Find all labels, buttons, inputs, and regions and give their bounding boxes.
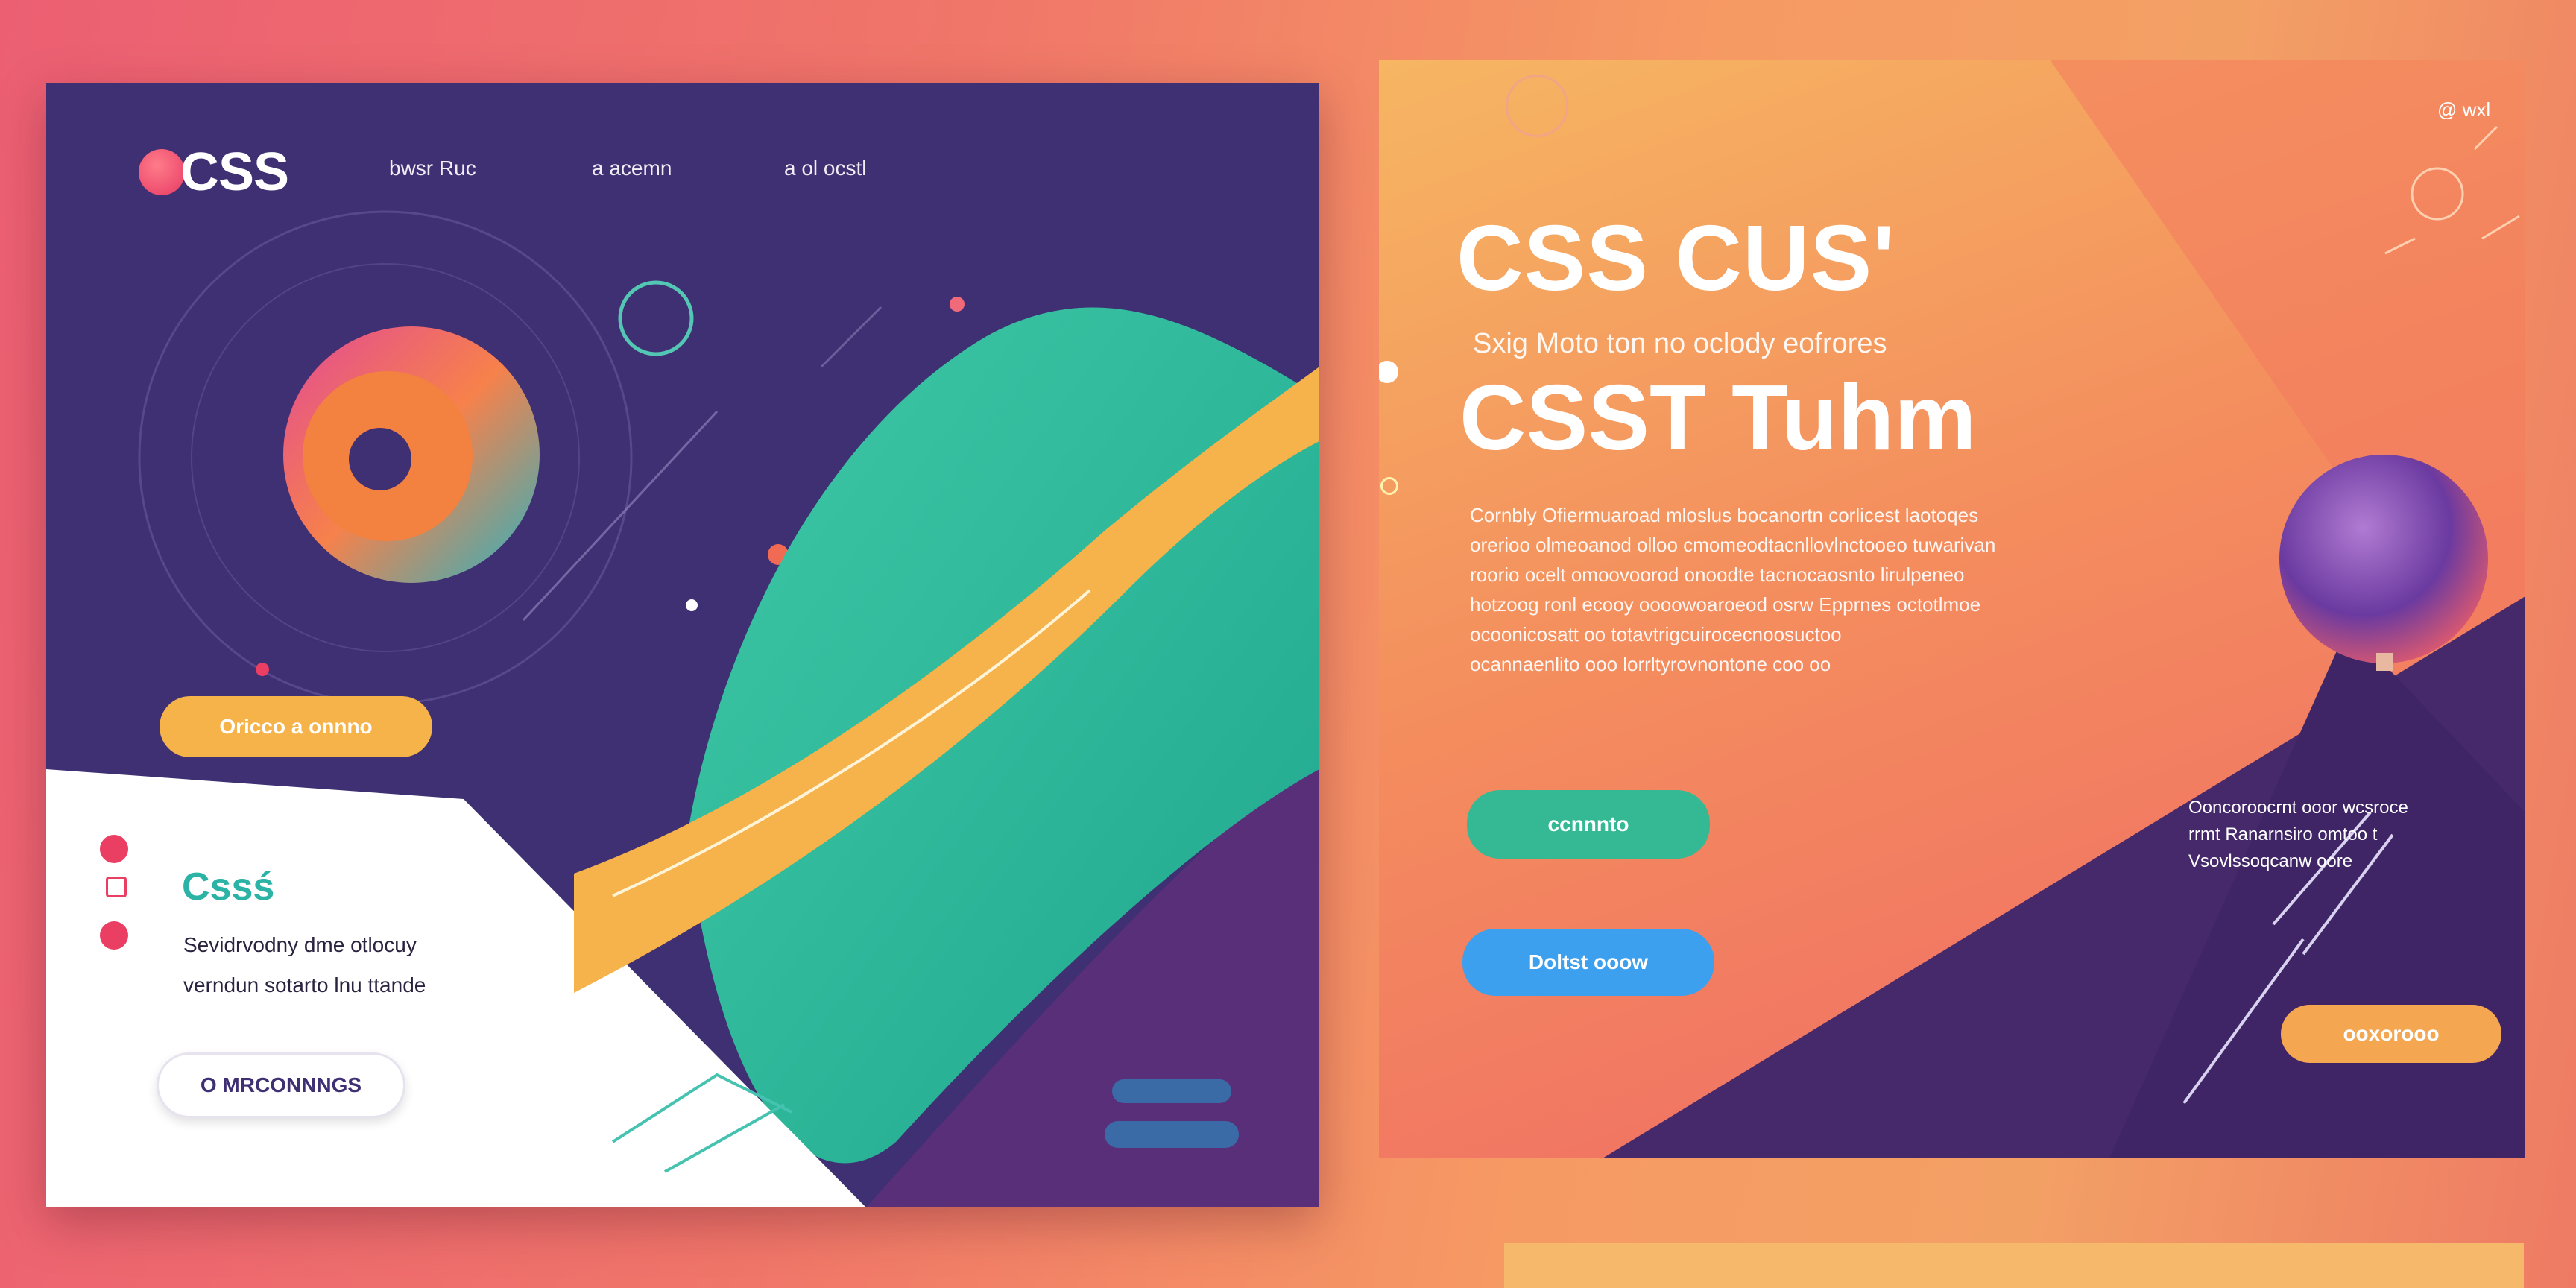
tertiary-button[interactable]: ooxorooo	[2281, 1005, 2501, 1063]
nav-link-1[interactable]: bwsr Ruc	[389, 157, 476, 180]
bullet-dot	[100, 835, 128, 863]
hero-cta-button[interactable]: Oricco a onnno	[160, 696, 432, 757]
secondary-button[interactable]: O MRCONNNGS	[157, 1052, 405, 1118]
bottom-card-edge	[1504, 1243, 2524, 1288]
body-text-line: ocannaenlito ooo lorrltyrovnontone coo o…	[1470, 653, 1831, 675]
feature-text-line-2: verndun sotarto lnu ttande	[183, 973, 426, 997]
left-hero-illustration	[46, 210, 1319, 1208]
feature-title: Cssś	[182, 865, 275, 909]
nav-link-3[interactable]: a ol ocstl	[784, 157, 867, 180]
logo-text: CSS	[180, 142, 289, 202]
left-landing-card: CSS bwsr Ruc a acemn a ol ocstl Oricco a…	[46, 83, 1319, 1208]
deco-ring	[1506, 75, 1568, 137]
hero-title: CSS CUS'	[1456, 207, 1895, 310]
brand-logo[interactable]: CSS	[139, 142, 289, 203]
logo-mark	[139, 149, 185, 195]
feature-text-line-1: Sevidrvodny dme otlocuy	[183, 933, 417, 956]
right-landing-card: @ wxl CSS CUS' Sxig Moto ton no oclody e…	[1379, 60, 2525, 1158]
side-text-line: rrmt Ranarnsiro omtoo t	[2188, 824, 2378, 845]
bullet-dot	[100, 921, 128, 950]
top-right-link[interactable]: @ wxl	[2437, 98, 2490, 121]
bullet-square	[106, 877, 127, 897]
body-text-line: Cornbly Ofiermuaroad mloslus bocanortn c…	[1470, 504, 1979, 526]
body-text-line: hotzoog ronl ecooy oooowoaroeod osrw Epp…	[1470, 593, 1981, 616]
side-text-line: Ooncoroocrnt ooor wcsroce	[2188, 798, 2408, 818]
primary-button[interactable]: ccnnnto	[1467, 790, 1710, 859]
secondary-button[interactable]: Doltst ooow	[1462, 929, 1714, 996]
body-text-line: orerioo olmeoanod olloo cmomeodtacnllovl…	[1470, 534, 1996, 556]
deco-ring-small	[1380, 477, 1398, 495]
hero-title-secondary: CSST Tuhm	[1459, 367, 1977, 470]
hero-subtitle: Sxig Moto ton no oclody eofrores	[1473, 328, 1887, 359]
body-text-line: roorio ocelt omoovoorod onoodte tacnocao…	[1470, 564, 1965, 586]
nav-link-2[interactable]: a acemn	[592, 157, 672, 180]
side-text-line: Vsovlssoqcanw oore	[2188, 851, 2353, 871]
body-text-line: ocoonicosatt oo totavtrigcuirocecnoosuct…	[1470, 623, 1842, 645]
